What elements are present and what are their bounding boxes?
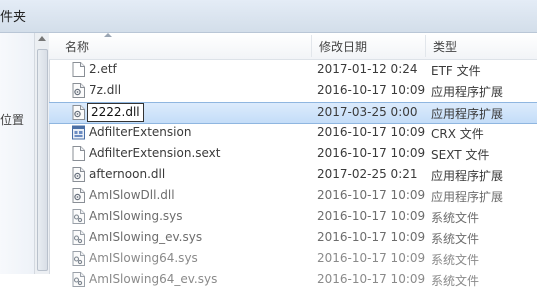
file-modified-date: 2017-01-12 0:24 xyxy=(317,62,418,76)
file-type: CRX 文件 xyxy=(431,127,484,141)
window-title-bar: 件夹 xyxy=(0,0,537,33)
column-header-type[interactable]: 类型 xyxy=(433,38,457,55)
file-type: 应用程序扩展 xyxy=(431,85,504,99)
dll-gear-icon xyxy=(72,83,85,98)
file-row[interactable]: AmISlowDll.dll 2016-10-17 10:09 应用程序扩展 xyxy=(49,186,537,206)
file-type: SEXT 文件 xyxy=(431,148,490,162)
file-name: AmISlowing64.sys xyxy=(89,251,198,265)
file-modified-date: 2017-02-25 0:21 xyxy=(317,167,418,181)
file-type: 系统文件 xyxy=(431,232,480,246)
column-header-name[interactable]: 名称 xyxy=(65,38,89,55)
file-modified-date: 2016-10-17 10:09 xyxy=(317,146,426,160)
blank-file-icon xyxy=(72,146,85,161)
file-row[interactable]: 2.etf 2017-01-12 0:24 ETF 文件 xyxy=(49,60,537,80)
file-name: AmISlowing.sys xyxy=(89,209,183,223)
blank-file-icon xyxy=(72,62,85,77)
rename-input[interactable]: 2222.dll xyxy=(87,103,144,122)
file-list-pane: 名称 修改日期 类型 2.etf 2017-01-12 0:24 ETF 文件 7z.… xyxy=(49,33,537,288)
file-type: 应用程序扩展 xyxy=(431,169,504,183)
scrollbar-thumb[interactable] xyxy=(37,49,48,271)
file-row[interactable]: AmISlowing64_ev.sys 2016-10-17 10:09 系统文件 xyxy=(49,270,537,290)
navigation-pane[interactable]: 位置 xyxy=(0,33,34,274)
file-type: 应用程序扩展 xyxy=(431,190,504,204)
dll-gear-icon xyxy=(72,105,85,120)
file-modified-date: 2016-10-17 10:09 xyxy=(317,188,426,202)
file-type: 系统文件 xyxy=(431,211,480,225)
file-type: 系统文件 xyxy=(431,274,480,288)
file-name: 2.etf xyxy=(89,62,117,76)
file-row[interactable]: AdfilterExtension.sext 2016-10-17 10:09 SE… xyxy=(49,144,537,164)
column-header-modified[interactable]: 修改日期 xyxy=(319,38,367,55)
sys-gear-icon xyxy=(72,272,85,287)
file-name: 7z.dll xyxy=(89,83,122,97)
file-row-selected[interactable]: 2222.dll 2017-03-25 0:00 应用程序扩展 xyxy=(49,102,537,124)
column-divider[interactable] xyxy=(425,35,426,57)
file-row[interactable]: AmISlowing_ev.sys 2016-10-17 10:09 系统文件 xyxy=(49,228,537,248)
file-row[interactable]: AmISlowing.sys 2016-10-17 10:09 系统文件 xyxy=(49,207,537,227)
column-header-row: 名称 修改日期 类型 xyxy=(49,33,537,60)
file-name: AmISlowing_ev.sys xyxy=(89,230,203,244)
file-row[interactable]: 7z.dll 2016-10-17 10:09 应用程序扩展 xyxy=(49,81,537,101)
dll-gear-icon xyxy=(72,188,85,203)
sys-gear-icon xyxy=(72,251,85,266)
file-modified-date: 2016-10-17 10:09 xyxy=(317,125,426,139)
navigation-scrollbar[interactable] xyxy=(34,33,50,274)
file-modified-date: 2016-10-17 10:09 xyxy=(317,251,426,265)
scroll-up-arrow-icon[interactable] xyxy=(38,36,46,41)
file-type: 应用程序扩展 xyxy=(431,107,504,121)
file-type: ETF 文件 xyxy=(431,64,481,78)
column-divider[interactable] xyxy=(311,35,312,57)
crx-file-icon xyxy=(72,125,85,140)
file-name: AmISlowing64_ev.sys xyxy=(89,272,218,286)
file-name: AdfilterExtension.sext xyxy=(89,146,221,160)
file-name: AdfilterExtension xyxy=(89,125,192,139)
file-type: 系统文件 xyxy=(431,253,480,267)
window-title: 件夹 xyxy=(0,10,27,25)
sys-gear-icon xyxy=(72,209,85,224)
file-modified-date: 2017-03-25 0:00 xyxy=(317,105,418,119)
file-modified-date: 2016-10-17 10:09 xyxy=(317,209,426,223)
sort-ascending-icon xyxy=(104,33,112,37)
file-modified-date: 2016-10-17 10:09 xyxy=(317,230,426,244)
dll-gear-icon xyxy=(72,167,85,182)
file-row[interactable]: afternoon.dll 2017-02-25 0:21 应用程序扩展 xyxy=(49,165,537,185)
file-modified-date: 2016-10-17 10:09 xyxy=(317,83,426,97)
file-modified-date: 2016-10-17 10:09 xyxy=(317,272,426,286)
file-name: AmISlowDll.dll xyxy=(89,188,175,202)
file-row[interactable]: AdfilterExtension 2016-10-17 10:09 CRX 文件 xyxy=(49,123,537,143)
sys-gear-icon xyxy=(72,230,85,245)
file-name: afternoon.dll xyxy=(89,167,166,181)
nav-item-label[interactable]: 位置 xyxy=(0,111,24,128)
file-row[interactable]: AmISlowing64.sys 2016-10-17 10:09 系统文件 xyxy=(49,249,537,269)
